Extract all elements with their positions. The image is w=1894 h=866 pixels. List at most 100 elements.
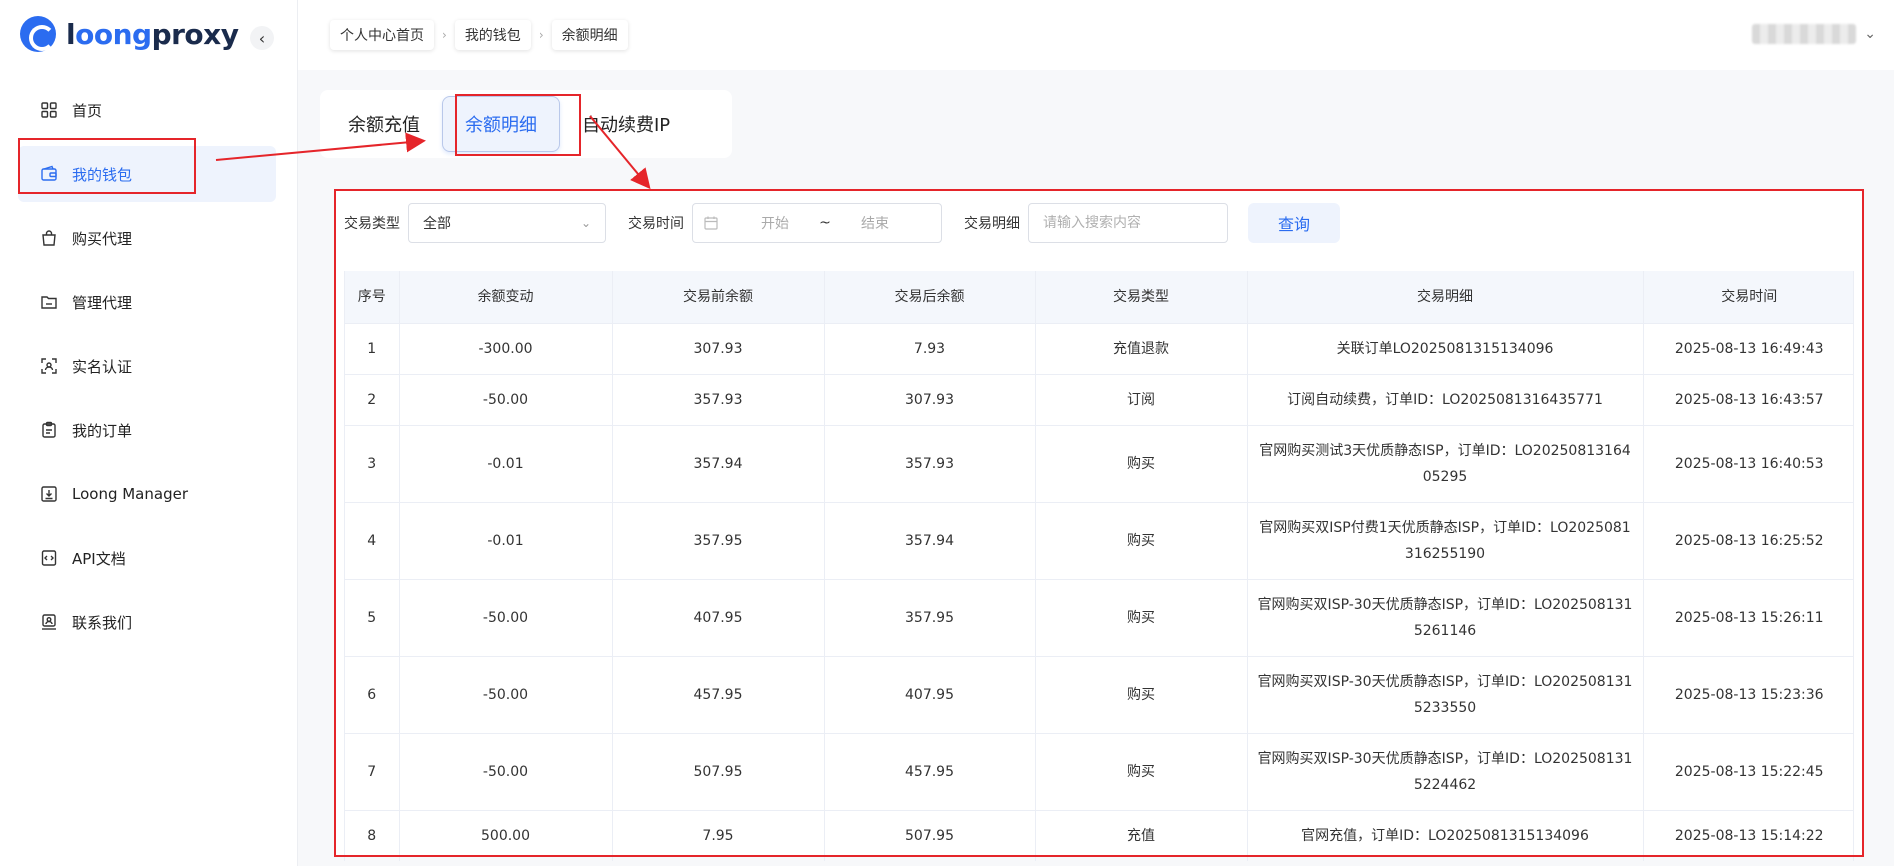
avatar — [1752, 24, 1857, 44]
table-row: 2 -50.00 357.93 307.93 订阅 订阅自动续费，订单ID：LO… — [345, 374, 1853, 426]
cell-index: 5 — [345, 579, 400, 657]
column-header-balance-change: 余额变动 — [399, 271, 613, 324]
cell-time: 2025-08-13 16:25:52 — [1643, 502, 1853, 580]
sidebar-item-buy-proxy[interactable]: 购买代理 — [18, 210, 276, 266]
cell-balance-after: 357.94 — [824, 502, 1036, 580]
cell-type: 充值退款 — [1035, 323, 1248, 375]
transaction-type-label: 交易类型 — [344, 216, 400, 232]
sidebar-item-label: API文档 — [72, 549, 126, 568]
cell-balance-before: 357.94 — [612, 425, 825, 503]
cell-balance-change: -50.00 — [399, 579, 613, 657]
cell-index: 8 — [345, 810, 400, 861]
cell-balance-before: 407.95 — [612, 579, 825, 657]
sidebar-item-loong-manager[interactable]: Loong Manager — [18, 466, 276, 522]
transaction-detail-label: 交易明细 — [964, 216, 1020, 232]
cell-detail: 官网购买测试3天优质静态ISP，订单ID：LO2025081316405295 — [1247, 425, 1644, 503]
cell-balance-after: 357.93 — [824, 425, 1036, 503]
cell-time: 2025-08-13 15:26:11 — [1643, 579, 1853, 657]
cell-balance-before: 7.95 — [612, 810, 825, 861]
cell-balance-change: -50.00 — [399, 374, 613, 426]
cell-index: 4 — [345, 502, 400, 580]
column-header-time: 交易时间 — [1643, 271, 1853, 324]
column-header-detail: 交易明细 — [1247, 271, 1644, 324]
cell-balance-after: 307.93 — [824, 374, 1036, 426]
cell-detail: 官网购买双ISP-30天优质静态ISP，订单ID：LO2025081315233… — [1247, 656, 1644, 734]
sidebar-item-home[interactable]: 首页 — [18, 82, 276, 138]
sidebar-item-orders[interactable]: 我的订单 — [18, 402, 276, 458]
cell-balance-before: 457.95 — [612, 656, 825, 734]
brand-logo[interactable]: loongproxy — [20, 16, 239, 52]
transaction-table: 序号 余额变动 交易前余额 交易后余额 交易类型 交易明细 交易时间 1 -30… — [344, 271, 1854, 861]
chevron-left-icon: ‹ — [258, 28, 266, 48]
breadcrumb-item-wallet[interactable]: 我的钱包 — [454, 20, 531, 50]
sidebar-item-verification[interactable]: 实名认证 — [18, 338, 276, 394]
tab-balance-recharge[interactable]: 余额充值 — [326, 96, 442, 152]
breadcrumb-item-home[interactable]: 个人中心首页 — [330, 20, 434, 50]
cell-time: 2025-08-13 16:43:57 — [1643, 374, 1853, 426]
table-row: 4 -0.01 357.95 357.94 购买 官网购买双ISP付费1天优质静… — [345, 502, 1853, 580]
cell-type: 购买 — [1035, 656, 1248, 734]
column-header-balance-before: 交易前余额 — [612, 271, 825, 324]
sidebar-item-contact[interactable]: 联系我们 — [18, 594, 276, 650]
cell-balance-after: 7.93 — [824, 323, 1036, 375]
transaction-detail-search-input[interactable] — [1028, 203, 1228, 243]
sidebar-item-label: 管理代理 — [72, 293, 133, 312]
cell-balance-after: 507.95 — [824, 810, 1036, 861]
cell-detail: 官网购买双ISP付费1天优质静态ISP，订单ID：LO2025081316255… — [1247, 502, 1644, 580]
sidebar-collapse-button[interactable]: ‹ — [250, 26, 274, 50]
cell-detail: 订阅自动续费，订单ID：LO2025081316435771 — [1247, 374, 1644, 426]
table-row: 1 -300.00 307.93 7.93 充值退款 关联订单LO2025081… — [345, 323, 1853, 375]
sidebar-menu: 首页 我的钱包 购买代理 管理代理 实名认证 我的订单 Loong Manage… — [18, 82, 276, 658]
cell-index: 2 — [345, 374, 400, 426]
breadcrumb-item-balance-detail[interactable]: 余额明细 — [551, 20, 628, 50]
transaction-date-range[interactable]: 开始 ~ 结束 — [692, 203, 942, 243]
cell-balance-change: -50.00 — [399, 733, 613, 811]
sidebar-item-wallet[interactable]: 我的钱包 — [18, 146, 276, 202]
wallet-tabs: 余额充值 余额明细 自动续费IP — [320, 90, 732, 158]
chevron-right-icon: › — [538, 28, 544, 42]
sidebar-item-label: 我的钱包 — [72, 165, 133, 184]
cell-balance-change: -300.00 — [399, 323, 613, 375]
cell-time: 2025-08-13 16:40:53 — [1643, 425, 1853, 503]
date-start-input[interactable]: 开始 — [745, 213, 805, 233]
download-icon — [40, 485, 58, 503]
tab-balance-detail[interactable]: 余额明细 — [442, 96, 560, 152]
cell-detail: 官网购买双ISP-30天优质静态ISP，订单ID：LO2025081315224… — [1247, 733, 1644, 811]
transaction-type-select[interactable]: 全部 ⌄ — [408, 203, 606, 243]
sidebar: loongproxy ‹ 首页 我的钱包 购买代理 管理代理 实名认证 我的订单 — [0, 0, 298, 866]
cell-type: 购买 — [1035, 733, 1248, 811]
table-row: 5 -50.00 407.95 357.95 购买 官网购买双ISP-30天优质… — [345, 579, 1853, 657]
shopping-bag-icon — [40, 229, 58, 247]
date-end-input[interactable]: 结束 — [845, 213, 905, 233]
table-row: 8 500.00 7.95 507.95 充值 官网充值，订单ID：LO2025… — [345, 810, 1853, 861]
sidebar-item-label: 首页 — [72, 101, 103, 120]
query-button[interactable]: 查询 — [1248, 203, 1340, 243]
date-range-separator: ~ — [819, 215, 831, 231]
wallet-icon — [40, 165, 58, 183]
cell-type: 订阅 — [1035, 374, 1248, 426]
cell-index: 7 — [345, 733, 400, 811]
sidebar-item-api-docs[interactable]: API文档 — [18, 530, 276, 586]
cell-detail: 关联订单LO2025081315134096 — [1247, 323, 1644, 375]
brand-name: loongproxy — [66, 17, 239, 51]
cell-type: 购买 — [1035, 425, 1248, 503]
cell-balance-before: 507.95 — [612, 733, 825, 811]
cell-balance-after: 407.95 — [824, 656, 1036, 734]
balance-detail-panel: 交易类型 全部 ⌄ 交易时间 开始 ~ 结束 交易明细 查询 序号 余额变动 — [334, 189, 1862, 861]
cell-balance-after: 457.95 — [824, 733, 1036, 811]
tab-auto-renew-ip[interactable]: 自动续费IP — [560, 96, 692, 152]
sidebar-item-label: 联系我们 — [72, 613, 133, 632]
column-header-balance-after: 交易后余额 — [824, 271, 1036, 324]
column-header-index: 序号 — [345, 271, 400, 324]
cell-balance-change: -0.01 — [399, 502, 613, 580]
cell-type: 充值 — [1035, 810, 1248, 861]
cell-time: 2025-08-13 15:14:22 — [1643, 810, 1853, 861]
cell-time: 2025-08-13 16:49:43 — [1643, 323, 1853, 375]
sidebar-item-manage-proxy[interactable]: 管理代理 — [18, 274, 276, 330]
user-menu[interactable]: ⌄ — [1752, 24, 1876, 44]
table-row: 7 -50.00 507.95 457.95 购买 官网购买双ISP-30天优质… — [345, 733, 1853, 811]
sidebar-item-label: 实名认证 — [72, 357, 133, 376]
code-doc-icon — [40, 549, 58, 567]
cell-detail: 官网充值，订单ID：LO2025081315134096 — [1247, 810, 1644, 861]
contact-icon — [40, 613, 58, 631]
